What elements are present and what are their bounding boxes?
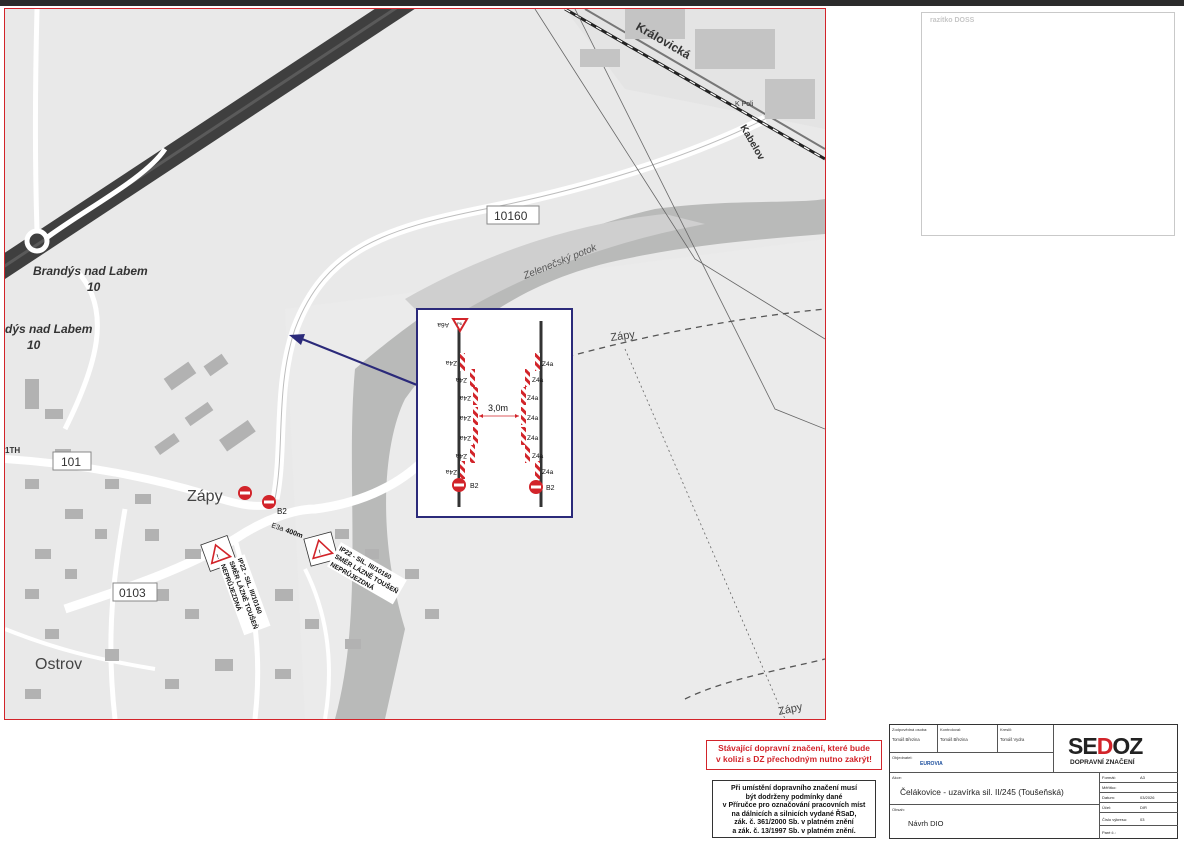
inset-z4a-r1: Z4a: [542, 361, 554, 368]
stamp-label: razítko DOSS: [930, 17, 975, 24]
tb-pare: Paré č.:: [1102, 830, 1116, 835]
inset-z4a-l2: Z4a: [455, 376, 467, 383]
top-bar: [0, 0, 1184, 6]
tb-meritko: Měřítko:: [1100, 783, 1178, 793]
inset-z4a-r5: Z4a: [527, 435, 539, 442]
inset-z4a-r4: Z4a: [527, 415, 539, 422]
rule-line-6: a zák. č. 13/1997 Sb. v platném znění.: [732, 827, 856, 835]
sedoz-subtitle: DOPRAVNÍ ZNAČENÍ: [1070, 759, 1135, 766]
inset-sign-b2-left: [452, 478, 466, 492]
tb-format: Formát: A3: [1100, 773, 1178, 783]
road-label-101: 101: [61, 455, 81, 469]
inset-z4a-r7: Z4a: [542, 469, 554, 476]
tb-objednatel: Objednatel: EUROVIA: [890, 753, 1054, 773]
tb-ucel: Účel: DIR: [1100, 803, 1178, 813]
stamp-box: razítko DOSS: [921, 12, 1175, 236]
road-label-0103: 0103: [119, 586, 146, 600]
tb-zodpovedna: Zodpovědná osoba: Tomáš Březina: [890, 725, 938, 753]
tb-cislo: Číslo výkresu: 03: [1100, 813, 1178, 826]
inset-z4a-r6: Z4a: [532, 453, 544, 460]
place-label-brandys: Brandýs nad Labem: [33, 264, 148, 278]
sign-b2-map-2[interactable]: [262, 495, 276, 509]
inset-z4a-l1: Z4a: [445, 359, 457, 366]
sign-label-b2: B2: [277, 507, 287, 516]
place-label-zapy: Zápy: [187, 488, 223, 505]
inset-label-b2-right: B2: [546, 485, 555, 492]
inset-z4a-l5: Z4a: [459, 434, 471, 441]
inset-z4a-l7: Z4a: [445, 468, 457, 475]
inset-width-label: 3,0m: [488, 403, 508, 413]
title-block: Zodpovědná osoba: Tomáš Březina Kontrolo…: [889, 724, 1178, 839]
map-canvas[interactable]: 10160 101 0103 Královická Kabelov K Poli…: [5, 9, 825, 719]
inset-sign-b2-right: [529, 480, 543, 494]
inset-panel[interactable]: P6 A6a Z4a Z4a Z4a Z4a Z4a Z4a Z4a Z4a Z…: [416, 308, 573, 518]
rule-line-3: v Příručce pro označování pracovních mís…: [722, 802, 866, 810]
svg-text:P6: P6: [457, 321, 463, 326]
sign-b2-map-1[interactable]: [238, 486, 252, 500]
tb-kreslil: Kreslil: Tomáš Vydra: [998, 725, 1054, 753]
warning-note: Stávající dopravní značení, které bude v…: [706, 740, 882, 770]
inset-z4a-r3: Z4a: [527, 395, 539, 402]
tb-datum: Datum: 03/2026: [1100, 793, 1178, 803]
place-label-brandys-num: 10: [87, 280, 101, 294]
place-label-ostrov: Ostrov: [35, 656, 82, 673]
inset-z4a-l3: Z4a: [459, 394, 471, 401]
road-north: [33, 9, 40, 232]
inset-label-a6a: A6a: [437, 321, 449, 328]
rule-line-1: Při umístění dopravního značení musí: [730, 785, 858, 792]
rule-line-4: na dálnicích a silnicích vydané ŘSaD,: [731, 810, 857, 818]
tb-obsah: Obsah: Návrh DIO: [890, 805, 1100, 839]
inset-z4a-l4: Z4a: [459, 414, 471, 421]
rules-note: Při umístění dopravního značení musí být…: [712, 780, 876, 838]
inset-label-b2-left: B2: [470, 483, 479, 490]
rule-line-5: zák. č. 361/2000 Sb. v platném znění: [734, 819, 854, 827]
street-label-kpoli: K Poli: [735, 101, 754, 108]
tb-logo: SEDOZ DOPRAVNÍ ZNAČENÍ: [1054, 725, 1178, 773]
warning-line-2: v kolizi s DZ přechodným nutno zakrýt!: [716, 754, 872, 764]
sedoz-logo: SEDOZ: [1068, 733, 1143, 759]
eurovia-logo: EUROVIA: [920, 761, 943, 767]
map-frame[interactable]: 10160 101 0103 Královická Kabelov K Poli…: [4, 8, 826, 720]
place-label-brandys-2: dýs nad Labem: [5, 322, 93, 336]
place-fragment: 1TH: [5, 446, 20, 455]
tb-akce: Akce: Čelákovice - uzavírka sil. II/245 …: [890, 773, 1100, 805]
inset-z4a-r2: Z4a: [532, 377, 544, 384]
road-label-10160: 10160: [494, 209, 528, 223]
place-label-brandys-2-num: 10: [27, 338, 41, 352]
tb-kontroloval: Kontroloval: Tomáš Březina: [938, 725, 998, 753]
warning-line-1: Stávající dopravní značení, které bude: [718, 743, 870, 753]
inset-z4a-l6: Z4a: [455, 452, 467, 459]
rule-line-2: být dodrženy podmínky dané: [745, 793, 843, 801]
